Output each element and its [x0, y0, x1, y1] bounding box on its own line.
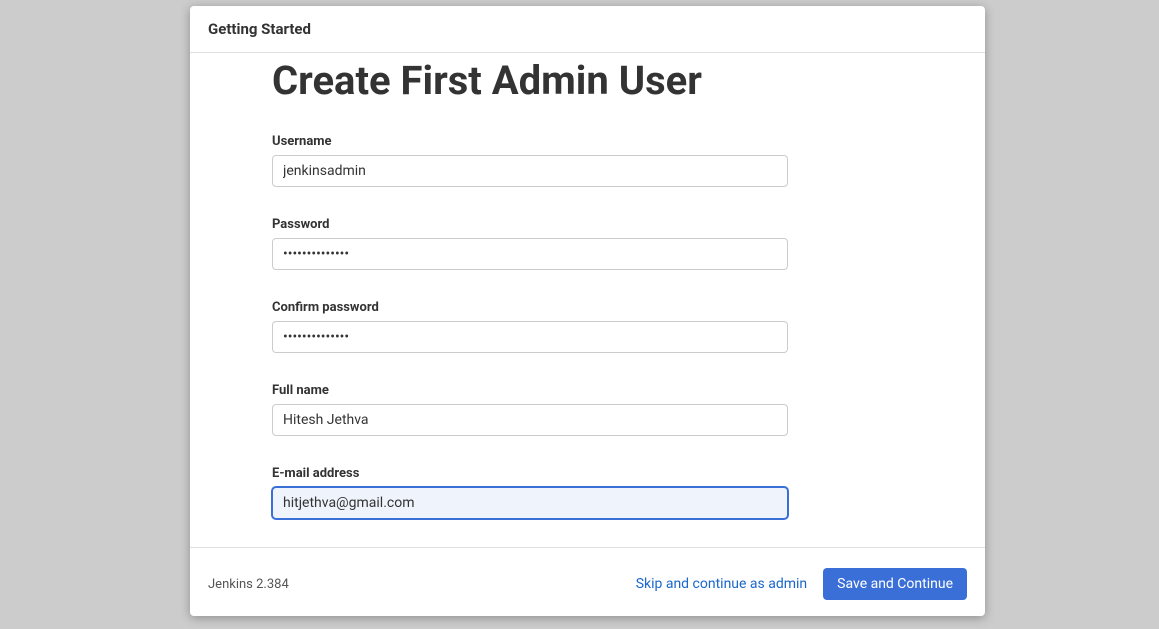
footer-actions: Skip and continue as admin Save and Cont… — [636, 568, 967, 600]
full-name-label: Full name — [272, 383, 903, 398]
username-label: Username — [272, 134, 903, 149]
confirm-password-label: Confirm password — [272, 300, 903, 315]
username-input[interactable] — [272, 155, 788, 187]
version-text: Jenkins 2.384 — [208, 577, 289, 592]
modal-footer: Jenkins 2.384 Skip and continue as admin… — [190, 547, 985, 616]
modal-body[interactable]: Create First Admin User Username Passwor… — [190, 53, 985, 547]
modal-title: Getting Started — [208, 20, 311, 38]
email-label: E-mail address — [272, 466, 903, 481]
form-container: Create First Admin User Username Passwor… — [190, 57, 985, 547]
password-label: Password — [272, 217, 903, 232]
password-input[interactable] — [272, 238, 788, 270]
email-input[interactable] — [272, 487, 788, 519]
form-group-full-name: Full name — [272, 383, 903, 436]
full-name-input[interactable] — [272, 404, 788, 436]
modal-header: Getting Started — [190, 6, 985, 53]
confirm-password-input[interactable] — [272, 321, 788, 353]
page-title: Create First Admin User — [272, 57, 903, 104]
form-group-username: Username — [272, 134, 903, 187]
setup-wizard-modal: Getting Started Create First Admin User … — [190, 6, 985, 616]
form-group-confirm-password: Confirm password — [272, 300, 903, 353]
skip-link[interactable]: Skip and continue as admin — [636, 576, 807, 592]
form-group-email: E-mail address — [272, 466, 903, 519]
save-continue-button[interactable]: Save and Continue — [823, 568, 967, 600]
form-group-password: Password — [272, 217, 903, 270]
